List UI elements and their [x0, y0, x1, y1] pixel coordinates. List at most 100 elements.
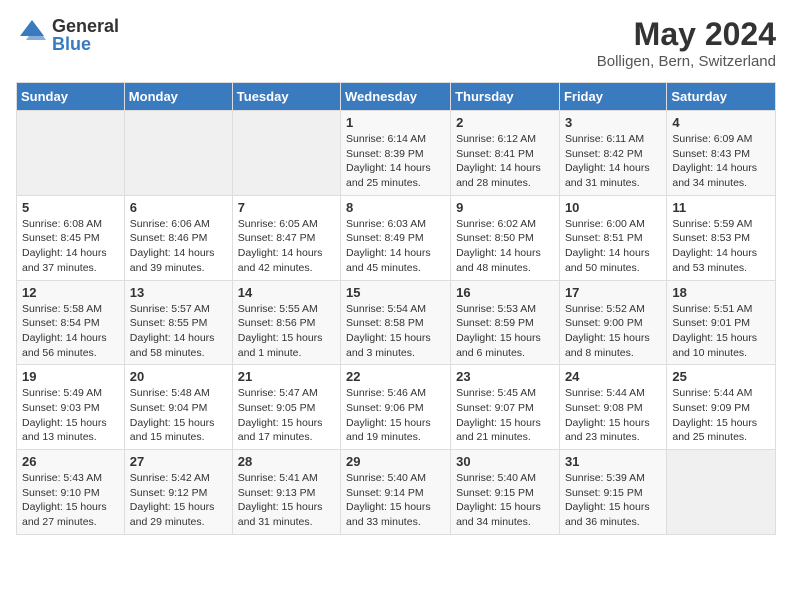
- calendar-day: [232, 111, 340, 196]
- calendar-day: 19Sunrise: 5:49 AM Sunset: 9:03 PM Dayli…: [17, 365, 125, 450]
- day-info: Sunrise: 5:52 AM Sunset: 9:00 PM Dayligh…: [565, 302, 661, 361]
- day-number: 20: [130, 369, 227, 384]
- day-number: 4: [672, 115, 770, 130]
- day-info: Sunrise: 5:55 AM Sunset: 8:56 PM Dayligh…: [238, 302, 335, 361]
- day-info: Sunrise: 6:09 AM Sunset: 8:43 PM Dayligh…: [672, 132, 770, 191]
- calendar-day: 10 Sunrise: 6:00 AM Sunset: 8:51 PM Dayli…: [559, 195, 666, 280]
- day-info: Sunrise: 6:08 AM Sunset: 8:45 PM Dayligh…: [22, 217, 119, 276]
- month-year: May 2024: [597, 16, 776, 53]
- calendar-day: 24 Sunrise: 5:44 AM Sunset: 9:08 PM Dayli…: [559, 365, 666, 450]
- logo: General Blue: [16, 16, 119, 53]
- day-info: Sunrise: 5:42 AM Sunset: 9:12 PM Dayligh…: [130, 471, 227, 530]
- calendar-day: 16 Sunrise: 5:53 AM Sunset: 8:59 PM Dayli…: [451, 280, 560, 365]
- calendar-day: 30 Sunrise: 5:40 AM Sunset: 9:15 PM Dayli…: [451, 450, 560, 535]
- day-number: 10: [565, 200, 661, 215]
- calendar-day: 6Sunrise: 6:06 AM Sunset: 8:46 PM Daylig…: [124, 195, 232, 280]
- calendar-day: 17 Sunrise: 5:52 AM Sunset: 9:00 PM Dayli…: [559, 280, 666, 365]
- day-number: 13: [130, 285, 227, 300]
- weekday-header-friday: Friday: [559, 83, 666, 111]
- calendar-day: 22Sunrise: 5:46 AM Sunset: 9:06 PM Dayli…: [341, 365, 451, 450]
- day-info: Sunrise: 5:47 AM Sunset: 9:05 PM Dayligh…: [238, 386, 335, 445]
- weekday-header-thursday: Thursday: [451, 83, 560, 111]
- day-number: 23: [456, 369, 554, 384]
- calendar-day: 11Sunrise: 5:59 AM Sunset: 8:53 PM Dayli…: [667, 195, 776, 280]
- calendar-day: 4 Sunrise: 6:09 AM Sunset: 8:43 PM Daylig…: [667, 111, 776, 196]
- day-number: 26: [22, 454, 119, 469]
- day-info: Sunrise: 5:59 AM Sunset: 8:53 PM Dayligh…: [672, 217, 770, 276]
- day-info: Sunrise: 5:40 AM Sunset: 9:15 PM Dayligh…: [456, 471, 554, 530]
- location: Bolligen, Bern, Switzerland: [597, 53, 776, 70]
- day-info: Sunrise: 6:00 AM Sunset: 8:51 PM Dayligh…: [565, 217, 661, 276]
- day-number: 7: [238, 200, 335, 215]
- day-info: Sunrise: 5:44 AM Sunset: 9:08 PM Dayligh…: [565, 386, 661, 445]
- weekday-header-saturday: Saturday: [667, 83, 776, 111]
- day-info: Sunrise: 5:49 AM Sunset: 9:03 PM Dayligh…: [22, 386, 119, 445]
- calendar-day: [667, 450, 776, 535]
- page-header: General Blue May 2024 Bolligen, Bern, Sw…: [16, 16, 776, 70]
- calendar-week-1: 1 Sunrise: 6:14 AM Sunset: 8:39 PM Daylig…: [17, 111, 776, 196]
- day-info: Sunrise: 5:51 AM Sunset: 9:01 PM Dayligh…: [672, 302, 770, 361]
- calendar-day: [17, 111, 125, 196]
- calendar-day: 3 Sunrise: 6:11 AM Sunset: 8:42 PM Daylig…: [559, 111, 666, 196]
- calendar-day: 12Sunrise: 5:58 AM Sunset: 8:54 PM Dayli…: [17, 280, 125, 365]
- day-number: 18: [672, 285, 770, 300]
- day-info: Sunrise: 6:02 AM Sunset: 8:50 PM Dayligh…: [456, 217, 554, 276]
- calendar-day: 29 Sunrise: 5:40 AM Sunset: 9:14 PM Dayli…: [341, 450, 451, 535]
- day-info: Sunrise: 5:44 AM Sunset: 9:09 PM Dayligh…: [672, 386, 770, 445]
- day-number: 30: [456, 454, 554, 469]
- calendar-day: 1 Sunrise: 6:14 AM Sunset: 8:39 PM Daylig…: [341, 111, 451, 196]
- day-number: 9: [456, 200, 554, 215]
- day-number: 3: [565, 115, 661, 130]
- calendar-day: 14 Sunrise: 5:55 AM Sunset: 8:56 PM Dayli…: [232, 280, 340, 365]
- calendar-day: 25Sunrise: 5:44 AM Sunset: 9:09 PM Dayli…: [667, 365, 776, 450]
- weekday-header-tuesday: Tuesday: [232, 83, 340, 111]
- day-number: 29: [346, 454, 445, 469]
- calendar-table: SundayMondayTuesdayWednesdayThursdayFrid…: [16, 82, 776, 535]
- calendar-day: 21Sunrise: 5:47 AM Sunset: 9:05 PM Dayli…: [232, 365, 340, 450]
- day-info: Sunrise: 5:39 AM Sunset: 9:15 PM Dayligh…: [565, 471, 661, 530]
- logo-general: General: [52, 17, 119, 35]
- day-info: Sunrise: 5:41 AM Sunset: 9:13 PM Dayligh…: [238, 471, 335, 530]
- day-info: Sunrise: 6:03 AM Sunset: 8:49 PM Dayligh…: [346, 217, 445, 276]
- day-number: 2: [456, 115, 554, 130]
- day-number: 8: [346, 200, 445, 215]
- day-number: 5: [22, 200, 119, 215]
- calendar-day: 13 Sunrise: 5:57 AM Sunset: 8:55 PM Dayli…: [124, 280, 232, 365]
- day-number: 14: [238, 285, 335, 300]
- day-info: Sunrise: 5:53 AM Sunset: 8:59 PM Dayligh…: [456, 302, 554, 361]
- calendar-day: 23Sunrise: 5:45 AM Sunset: 9:07 PM Dayli…: [451, 365, 560, 450]
- calendar-day: 28Sunrise: 5:41 AM Sunset: 9:13 PM Dayli…: [232, 450, 340, 535]
- day-info: Sunrise: 5:57 AM Sunset: 8:55 PM Dayligh…: [130, 302, 227, 361]
- day-number: 31: [565, 454, 661, 469]
- logo-icon: [16, 16, 48, 53]
- calendar-day: 27 Sunrise: 5:42 AM Sunset: 9:12 PM Dayli…: [124, 450, 232, 535]
- day-number: 17: [565, 285, 661, 300]
- day-number: 6: [130, 200, 227, 215]
- calendar-day: 18 Sunrise: 5:51 AM Sunset: 9:01 PM Dayli…: [667, 280, 776, 365]
- day-info: Sunrise: 6:14 AM Sunset: 8:39 PM Dayligh…: [346, 132, 445, 191]
- day-info: Sunrise: 5:48 AM Sunset: 9:04 PM Dayligh…: [130, 386, 227, 445]
- day-info: Sunrise: 5:40 AM Sunset: 9:14 PM Dayligh…: [346, 471, 445, 530]
- day-info: Sunrise: 5:58 AM Sunset: 8:54 PM Dayligh…: [22, 302, 119, 361]
- day-info: Sunrise: 6:05 AM Sunset: 8:47 PM Dayligh…: [238, 217, 335, 276]
- calendar-week-2: 5 Sunrise: 6:08 AM Sunset: 8:45 PM Daylig…: [17, 195, 776, 280]
- calendar-day: 7 Sunrise: 6:05 AM Sunset: 8:47 PM Daylig…: [232, 195, 340, 280]
- day-info: Sunrise: 6:12 AM Sunset: 8:41 PM Dayligh…: [456, 132, 554, 191]
- calendar-day: 5 Sunrise: 6:08 AM Sunset: 8:45 PM Daylig…: [17, 195, 125, 280]
- day-info: Sunrise: 6:11 AM Sunset: 8:42 PM Dayligh…: [565, 132, 661, 191]
- day-number: 27: [130, 454, 227, 469]
- calendar-day: 2 Sunrise: 6:12 AM Sunset: 8:41 PM Daylig…: [451, 111, 560, 196]
- calendar-day: 31 Sunrise: 5:39 AM Sunset: 9:15 PM Dayli…: [559, 450, 666, 535]
- day-number: 24: [565, 369, 661, 384]
- calendar-day: 20 Sunrise: 5:48 AM Sunset: 9:04 PM Dayli…: [124, 365, 232, 450]
- weekday-header-monday: Monday: [124, 83, 232, 111]
- logo-text: General Blue: [52, 17, 119, 53]
- day-number: 15: [346, 285, 445, 300]
- title-block: May 2024 Bolligen, Bern, Switzerland: [597, 16, 776, 70]
- calendar-day: 15Sunrise: 5:54 AM Sunset: 8:58 PM Dayli…: [341, 280, 451, 365]
- day-number: 1: [346, 115, 445, 130]
- day-number: 16: [456, 285, 554, 300]
- calendar-day: [124, 111, 232, 196]
- calendar-day: 9 Sunrise: 6:02 AM Sunset: 8:50 PM Daylig…: [451, 195, 560, 280]
- calendar-week-5: 26Sunrise: 5:43 AM Sunset: 9:10 PM Dayli…: [17, 450, 776, 535]
